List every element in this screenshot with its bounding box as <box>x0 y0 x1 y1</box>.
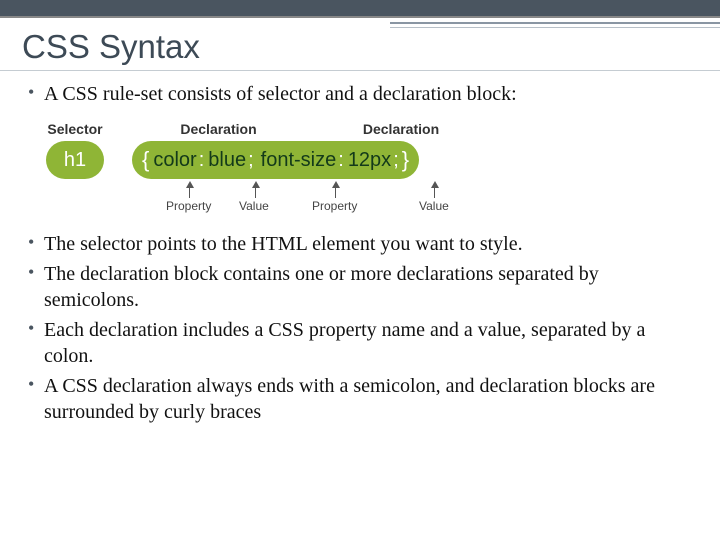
slide-content: A CSS rule-set consists of selector and … <box>0 81 720 425</box>
label-selector: Selector <box>36 121 114 137</box>
colon-token: : <box>337 149 347 172</box>
value-token: blue <box>207 149 247 172</box>
label-value: Value <box>239 199 269 213</box>
semicolon-token: ; <box>247 149 257 172</box>
brace-open-icon: { <box>142 147 149 173</box>
brace-close-icon: } <box>402 147 409 173</box>
selector-pill: h1 <box>46 141 104 179</box>
arrow-up-icon <box>332 181 340 188</box>
list-item: A CSS declaration always ends with a sem… <box>28 373 698 425</box>
list-item: Each declaration includes a CSS property… <box>28 317 698 369</box>
arrow-stem <box>434 188 435 198</box>
diagram-code-row: h1 { color:blue; font-size:12px; } <box>36 141 556 179</box>
bullet-list: A CSS rule-set consists of selector and … <box>22 81 698 107</box>
colon-token: : <box>198 149 208 172</box>
label-declaration-2: Declaration <box>301 121 501 137</box>
arrow-stem <box>189 188 190 198</box>
bullet-list: The selector points to the HTML element … <box>22 231 698 425</box>
diagram-bottom-labels: Property Value Property Value <box>36 181 556 217</box>
property-token: color <box>149 149 197 172</box>
semicolon-token: ; <box>392 149 402 172</box>
arrow-up-icon <box>431 181 439 188</box>
selector-text: h1 <box>64 149 86 172</box>
declaration-pill: { color:blue; font-size:12px; } <box>132 141 419 179</box>
topbar <box>0 0 720 18</box>
label-property: Property <box>312 199 357 213</box>
arrow-stem <box>335 188 336 198</box>
arrow-up-icon <box>252 181 260 188</box>
css-syntax-diagram: Selector Declaration Declaration h1 { co… <box>36 121 556 217</box>
arrow-stem <box>255 188 256 198</box>
label-value: Value <box>419 199 449 213</box>
list-item: A CSS rule-set consists of selector and … <box>28 81 698 107</box>
label-property: Property <box>166 199 211 213</box>
header-decoration <box>390 22 720 28</box>
diagram-top-labels: Selector Declaration Declaration <box>36 121 556 137</box>
arrow-up-icon <box>186 181 194 188</box>
label-declaration-1: Declaration <box>136 121 301 137</box>
list-item: The declaration block contains one or mo… <box>28 261 698 313</box>
list-item: The selector points to the HTML element … <box>28 231 698 257</box>
value-token: 12px <box>347 149 392 172</box>
property-token: font-size <box>257 149 338 172</box>
